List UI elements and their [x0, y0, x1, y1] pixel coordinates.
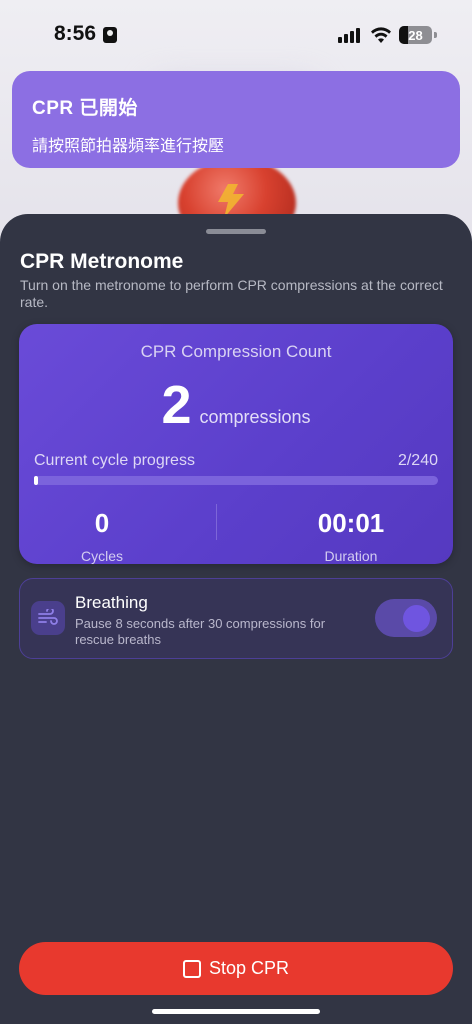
signal-icon [338, 28, 360, 43]
banner-title: CPR 已開始 [32, 98, 138, 119]
sheet-title: CPR Metronome [20, 250, 184, 273]
home-indicator[interactable] [152, 1009, 320, 1014]
battery-icon: 28 [399, 26, 432, 44]
sheet-grabber[interactable] [206, 229, 266, 234]
progress-label: Current cycle progress [34, 452, 195, 469]
toggle-knob [403, 605, 430, 632]
battery-tip [434, 32, 437, 38]
breathing-toggle[interactable] [375, 599, 437, 637]
sheet-subtitle: Turn on the metronome to perform CPR com… [20, 277, 443, 310]
compression-count-card: CPR Compression Count 2 compressions Cur… [19, 324, 453, 564]
duration-label: Duration [324, 548, 378, 564]
duration-value: 00:01 [317, 508, 385, 538]
count-label: CPR Compression Count [140, 342, 332, 361]
cycles-value: 0 [94, 508, 110, 538]
stat-divider [216, 504, 217, 540]
breathing-description: Pause 8 seconds after 30 compressions fo… [75, 616, 326, 647]
cycles-label: Cycles [80, 548, 123, 564]
battery-level: 28 [408, 27, 423, 43]
compression-unit: compressions [199, 407, 311, 427]
progress-bar [34, 476, 438, 485]
compression-count: 2 [161, 375, 192, 435]
progress-value: 2/240 [397, 452, 438, 469]
status-bar: 8:56 28 [0, 0, 472, 64]
banner-body: 請按照節拍器頻率進行按壓 [32, 138, 225, 155]
duration-stat: 00:01 Duration [271, 508, 431, 564]
status-time: 8:56 [54, 22, 97, 45]
count-row: 2 compressions [19, 374, 453, 436]
breathing-title: Breathing [75, 593, 148, 612]
notification-banner[interactable]: CPR 已開始 請按照節拍器頻率進行按壓 [12, 71, 460, 168]
progress-fill [34, 476, 38, 485]
person-icon [103, 27, 117, 43]
wifi-icon [371, 27, 391, 43]
stop-icon [182, 959, 201, 978]
wind-icon [31, 601, 65, 635]
stop-cpr-label: Stop CPR [208, 958, 290, 978]
cycles-stat: 0 Cycles [22, 508, 182, 564]
stop-cpr-button[interactable]: Stop CPR [19, 942, 453, 995]
breathing-card: Breathing Pause 8 seconds after 30 compr… [19, 578, 453, 659]
bottom-sheet: CPR Metronome Turn on the metronome to p… [0, 214, 472, 1024]
